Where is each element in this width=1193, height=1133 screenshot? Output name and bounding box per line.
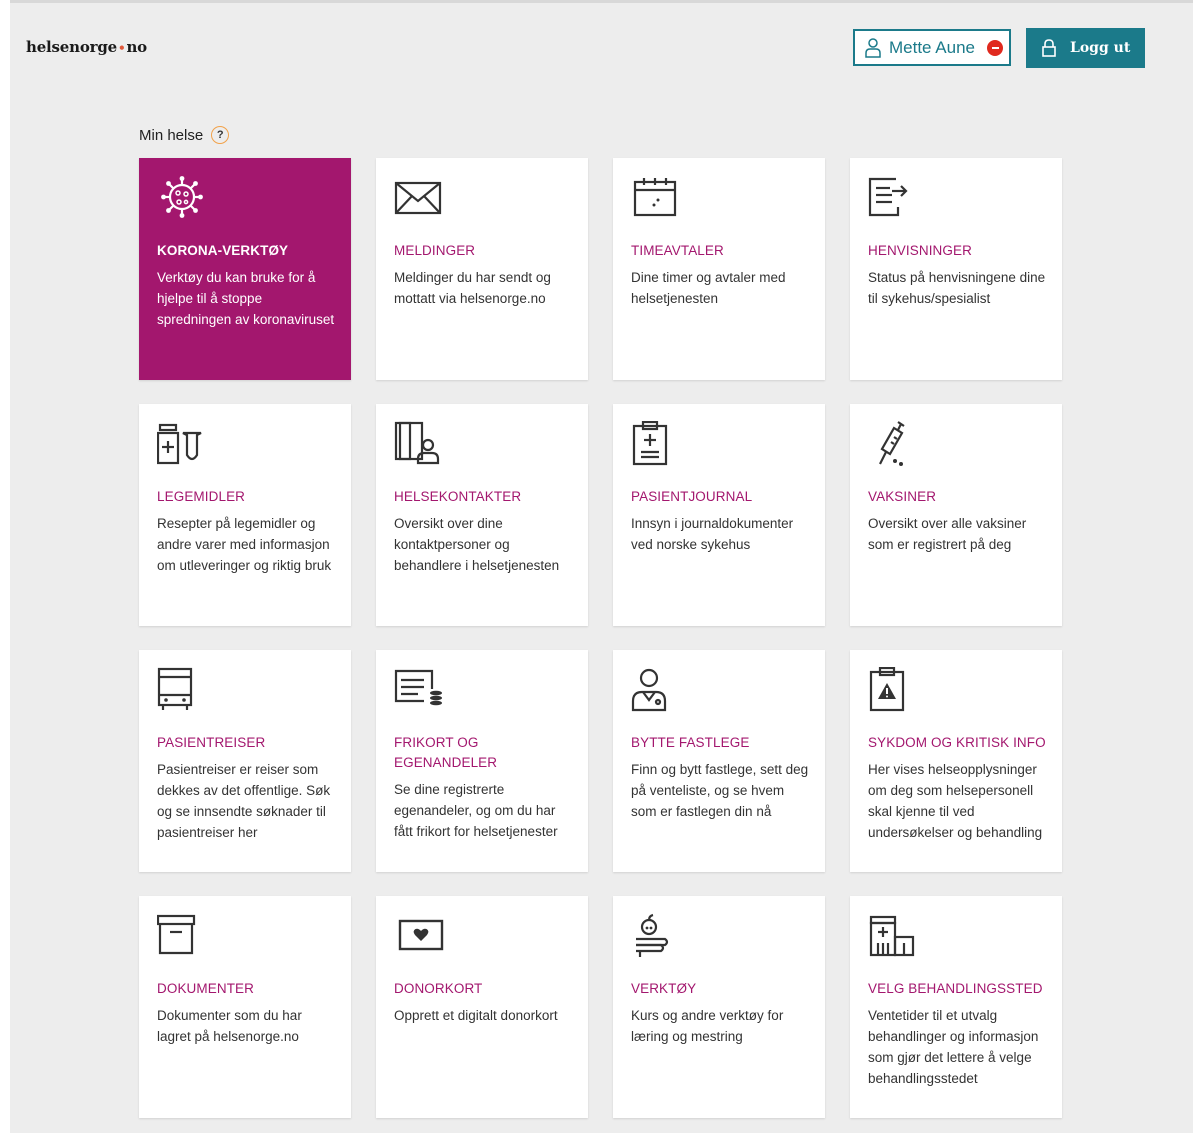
card-timeavtaler[interactable]: TIMEAVTALER Dine timer og avtaler med he… — [613, 158, 825, 380]
card-description: Her vises helseopplysninger om deg som h… — [868, 762, 1043, 840]
card-title: LEGEMIDLER — [157, 489, 246, 504]
card-helsekontakter[interactable]: HELSEKONTAKTER Oversikt over dine kontak… — [376, 404, 588, 626]
logo-text-left: helsenorge — [26, 38, 117, 56]
card-title: VAKSINER — [868, 489, 937, 504]
user-icon — [865, 37, 881, 58]
card-description: Meldinger du har sendt og mottatt via he… — [394, 270, 551, 306]
donor-card-icon — [398, 919, 444, 951]
service-grid: KORONA-VERKTØY Verktøy du kan bruke for … — [139, 158, 1062, 1118]
card-dokumenter[interactable]: DOKUMENTER Dokumenter som du har lagret … — [139, 896, 351, 1118]
card-pasientjournal[interactable]: PASIENTJOURNAL Innsyn i journaldokumente… — [613, 404, 825, 626]
user-menu-button[interactable]: Mette Aune — [853, 29, 1011, 66]
section-header: Min helse ? — [139, 126, 230, 144]
card-sykdom-kritisk-info[interactable]: SYKDOM OG KRITISK INFO Her vises helseop… — [850, 650, 1062, 872]
card-vaksiner[interactable]: VAKSINER Oversikt over alle vaksiner som… — [850, 404, 1062, 626]
card-description: Ventetider til et utvalg behandlinger og… — [868, 1008, 1039, 1086]
card-description: Se dine registrerte egenandeler, og om d… — [394, 782, 558, 839]
card-title: DONORKORT — [394, 981, 483, 996]
card-pasientreiser[interactable]: PASIENTREISER Pasientreiser er reiser so… — [139, 650, 351, 872]
card-description: Resepter på legemidler og andre varer me… — [157, 516, 332, 573]
card-description: Verktøy du kan bruke for å hjelpe til å … — [157, 270, 335, 327]
card-henvisninger[interactable]: HENVISNINGER Status på henvisningene din… — [850, 158, 1062, 380]
card-korona[interactable]: KORONA-VERKTØY Verktøy du kan bruke for … — [139, 158, 351, 380]
clipboard-icon — [632, 421, 668, 466]
card-title: KORONA-VERKTØY — [157, 243, 289, 258]
lock-icon — [1042, 39, 1056, 57]
card-title: HELSEKONTAKTER — [394, 489, 522, 504]
top-border — [0, 0, 1193, 3]
card-title: HENVISNINGER — [868, 243, 972, 258]
syringe-icon — [879, 421, 905, 466]
site-logo[interactable]: helsenorge•no — [26, 38, 147, 56]
logout-label: Logg ut — [1070, 40, 1131, 56]
card-frikort[interactable]: FRIKORT OG EGENANDELER Se dine registrer… — [376, 650, 588, 872]
section-title: Min helse — [139, 126, 204, 144]
card-bytte-fastlege[interactable]: BYTTE FASTLEGE Finn og bytt fastlege, se… — [613, 650, 825, 872]
notification-badge-icon — [987, 39, 1003, 56]
card-verktoy[interactable]: VERKTØY Kurs og andre verktøy for læring… — [613, 896, 825, 1118]
card-description: Pasientreiser er reiser som dekkes av de… — [157, 762, 331, 840]
hospital-icon — [869, 915, 915, 957]
user-name: Mette Aune — [889, 37, 976, 57]
logo-dot: • — [117, 41, 126, 55]
card-title: TIMEAVTALER — [631, 243, 724, 258]
card-description: Finn og bytt fastlege, sett deg på vente… — [631, 762, 809, 819]
card-title: FRIKORT OG EGENANDELER — [394, 735, 498, 770]
invoice-icon — [394, 669, 442, 706]
card-description: Dine timer og avtaler med helsetjenesten — [631, 270, 786, 306]
contacts-icon — [394, 421, 440, 465]
card-title: PASIENTREISER — [157, 735, 266, 750]
card-title: SYKDOM OG KRITISK INFO — [868, 735, 1046, 750]
card-title: VELG BEHANDLINGSSTED — [868, 981, 1043, 996]
logout-button[interactable]: Logg ut — [1026, 28, 1145, 68]
envelope-icon — [394, 181, 442, 215]
left-stripe — [0, 0, 10, 1133]
card-description: Dokumenter som du har lagret på helsenor… — [157, 1008, 302, 1044]
card-description: Innsyn i journaldokumenter ved norske sy… — [631, 516, 794, 552]
card-legemidler[interactable]: LEGEMIDLER Resepter på legemidler og and… — [139, 404, 351, 626]
card-title: MELDINGER — [394, 243, 476, 258]
card-description: Oversikt over dine kontaktpersoner og be… — [394, 516, 560, 573]
help-icon[interactable]: ? — [211, 126, 230, 144]
calendar-icon — [633, 178, 677, 217]
bus-icon — [157, 667, 193, 710]
referral-icon — [868, 177, 908, 217]
card-donorkort[interactable]: DONORKORT Opprett et digitalt donorkort — [376, 896, 588, 1118]
card-title: PASIENTJOURNAL — [631, 489, 753, 504]
card-title: VERKTØY — [631, 981, 697, 996]
card-description: Opprett et digitalt donorkort — [394, 1008, 558, 1023]
logo-text-right: no — [126, 38, 147, 56]
archive-icon — [157, 914, 196, 955]
doctor-icon — [631, 668, 667, 712]
card-description: Status på henvisningene dine til sykehus… — [868, 270, 1046, 306]
medicine-icon — [157, 423, 202, 465]
card-title: BYTTE FASTLEGE — [631, 735, 750, 750]
warning-clipboard-icon — [869, 667, 905, 712]
card-description: Kurs og andre verktøy for læring og mest… — [631, 1008, 784, 1044]
virus-icon — [161, 176, 203, 218]
card-velg-behandlingssted[interactable]: VELG BEHANDLINGSSTED Ventetider til et u… — [850, 896, 1062, 1118]
card-title: DOKUMENTER — [157, 981, 255, 996]
card-description: Oversikt over alle vaksiner som er regis… — [868, 516, 1027, 552]
apple-books-icon — [636, 913, 669, 957]
card-meldinger[interactable]: MELDINGER Meldinger du har sendt og mott… — [376, 158, 588, 380]
